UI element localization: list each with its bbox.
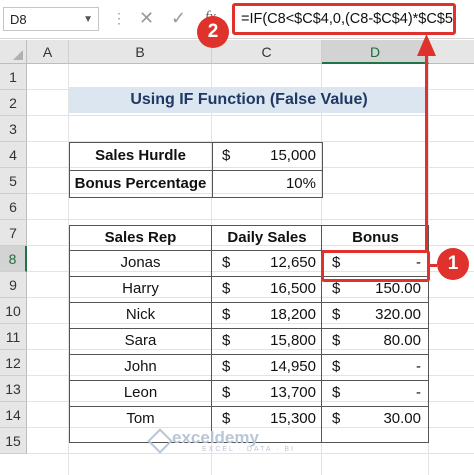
sales-rep-cell[interactable]: Nick	[69, 302, 212, 328]
sales-rep-cell[interactable]: Leon	[69, 380, 212, 406]
daily-sales-cell[interactable]: 18,200	[232, 302, 316, 328]
arrow-head-icon	[417, 34, 436, 56]
daily-sales-cell[interactable]: 13,700	[232, 380, 316, 406]
row-header-8[interactable]: 8	[0, 246, 27, 272]
watermark-tagline: EXCEL · DATA · BI	[202, 446, 295, 453]
row-header-6[interactable]: 6	[0, 194, 27, 220]
formula-input[interactable]: =IF(C8<$C$4,0,(C8-$C$4)*$C$5)	[232, 3, 456, 35]
daily-sales-cell[interactable]: 16,500	[232, 276, 316, 302]
row-header-5[interactable]: 5	[0, 168, 27, 194]
bonus-cell[interactable]: 320.00	[342, 302, 421, 328]
selected-cell-highlight	[321, 250, 430, 282]
bonus-cell[interactable]: 30.00	[342, 406, 421, 432]
watermark: exceldemy EXCEL · DATA · BI	[172, 428, 295, 453]
column-header-d[interactable]: D	[322, 40, 429, 64]
column-header-c[interactable]: C	[212, 40, 322, 64]
table-header-daily-sales: Daily Sales	[227, 229, 307, 246]
row-header-15[interactable]: 15	[0, 428, 27, 454]
sales-rep-cell[interactable]: Harry	[69, 276, 212, 302]
daily-sales-cell[interactable]: 14,950	[232, 354, 316, 380]
bonus-percentage-value[interactable]: 10%	[232, 170, 316, 198]
bonus-cell[interactable]: 80.00	[342, 328, 421, 354]
formula-bar: D8 ▼ ⋮ ✕ ✓ fx =IF(C8<$C$4,0,(C8-$C$4)*$C…	[0, 0, 474, 39]
bonus-cell[interactable]: -	[342, 380, 421, 406]
select-all-button[interactable]	[0, 40, 27, 64]
watermark-brand: exceldemy	[172, 428, 259, 447]
more-options-icon: ⋮	[112, 10, 126, 26]
sales-rep-cell[interactable]: John	[69, 354, 212, 380]
row-header-12[interactable]: 12	[0, 350, 27, 376]
table-header-sales-rep: Sales Rep	[104, 229, 177, 246]
callout-connector	[429, 264, 437, 267]
row-header-3[interactable]: 3	[0, 116, 27, 142]
bonus-cell[interactable]: -	[342, 354, 421, 380]
bonus-percentage-label: Bonus Percentage	[74, 175, 207, 192]
callout-badge-2: 2	[197, 16, 229, 48]
page-title: Using IF Function (False Value)	[69, 87, 429, 113]
name-box-value: D8	[10, 12, 27, 27]
callout-arrow	[425, 54, 428, 252]
table-header-bonus: Bonus	[352, 229, 399, 246]
row-header-13[interactable]: 13	[0, 376, 27, 402]
sales-rep-cell[interactable]: Jonas	[69, 250, 212, 276]
row-header-7[interactable]: 7	[0, 220, 27, 246]
formula-text: =IF(C8<$C$4,0,(C8-$C$4)*$C$5)	[241, 11, 456, 27]
row-header-2[interactable]: 2	[0, 90, 27, 116]
row-header-11[interactable]: 11	[0, 324, 27, 350]
column-header-a[interactable]: A	[27, 40, 69, 64]
chevron-down-icon[interactable]: ▼	[83, 8, 93, 32]
sales-hurdle-value[interactable]: 15,000	[232, 142, 316, 170]
row-header-14[interactable]: 14	[0, 402, 27, 428]
enter-check-icon[interactable]: ✓	[171, 8, 186, 29]
sales-hurdle-label: Sales Hurdle	[95, 147, 186, 164]
name-box[interactable]: D8 ▼	[3, 7, 99, 31]
row-header-4[interactable]: 4	[0, 142, 27, 168]
row-header-1[interactable]: 1	[0, 64, 27, 90]
callout-badge-1: 1	[437, 248, 469, 280]
daily-sales-cell[interactable]: 15,800	[232, 328, 316, 354]
daily-sales-cell[interactable]: 12,650	[232, 250, 316, 276]
row-header-10[interactable]: 10	[0, 298, 27, 324]
cancel-icon[interactable]: ✕	[139, 8, 154, 29]
column-header-b[interactable]: B	[69, 40, 212, 64]
sales-rep-cell[interactable]: Sara	[69, 328, 212, 354]
row-header-9[interactable]: 9	[0, 272, 27, 298]
